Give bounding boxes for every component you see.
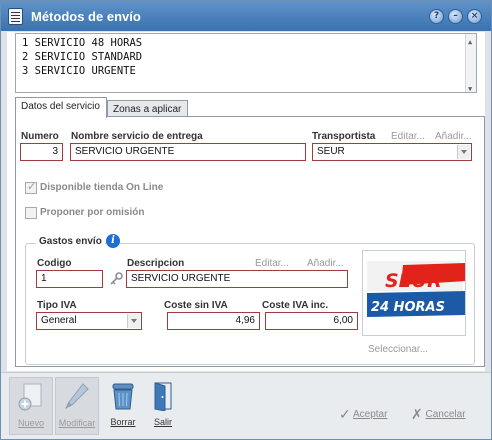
modificar-label: Modificar — [58, 418, 96, 428]
nuevo-label: Nuevo — [17, 418, 44, 428]
seur-logo-image: SEUR 24 HORAS — [367, 261, 465, 317]
transportista-label: Transportista — [312, 131, 376, 142]
borrar-button[interactable]: Borrar — [103, 377, 143, 435]
help-icon[interactable]: ? — [429, 9, 444, 24]
coste-sin-iva-label: Coste sin IVA — [164, 300, 228, 311]
chevron-down-icon[interactable] — [457, 145, 470, 159]
tipo-iva-value: General — [41, 315, 77, 326]
transportista-value: SEUR — [317, 146, 345, 157]
pencil-icon — [64, 383, 89, 410]
checkmark-icon: ✓ — [27, 180, 37, 193]
minimize-icon[interactable]: – — [448, 9, 463, 24]
cancelar-button[interactable]: ✗ Cancelar — [411, 406, 466, 423]
list-item[interactable]: 1 SERVICIO 48 HORAS — [22, 36, 470, 50]
new-document-icon — [18, 383, 42, 411]
codigo-field[interactable]: 1 — [36, 270, 103, 288]
disponible-checkbox[interactable]: ✓ — [25, 180, 37, 194]
transportista-select[interactable]: SEUR — [312, 143, 472, 161]
transportista-edit-link[interactable]: Editar... — [391, 131, 425, 142]
nuevo-button[interactable]: Nuevo — [9, 377, 53, 435]
trash-icon — [112, 383, 134, 410]
disponible-label: Disponible tienda On Line — [40, 182, 164, 193]
numero-label: Numero — [21, 131, 59, 142]
descripcion-field[interactable]: SERVICIO URGENTE — [126, 270, 348, 288]
tipo-iva-label: Tipo IVA — [37, 300, 77, 311]
borrar-label: Borrar — [110, 417, 136, 427]
proponer-checkbox[interactable] — [25, 207, 37, 219]
salir-label: Salir — [153, 417, 172, 427]
descripcion-add-link[interactable]: Añadir... — [307, 258, 344, 269]
scroll-up-icon[interactable]: ▲ — [468, 35, 472, 49]
exit-door-icon — [154, 382, 172, 411]
list-item[interactable]: 2 SERVICIO STANDARD — [22, 50, 470, 64]
cancel-x-icon: ✗ — [411, 406, 423, 422]
aceptar-button[interactable]: ✓ Aceptar — [339, 406, 387, 423]
logo-caption-text: 24 HORAS — [371, 300, 445, 315]
scroll-down-icon[interactable]: ▼ — [468, 82, 472, 96]
nombre-label: Nombre servicio de entrega — [71, 131, 203, 142]
descripcion-edit-link[interactable]: Editar... — [255, 258, 289, 269]
proponer-label: Proponer por omisión — [40, 207, 145, 218]
list-item[interactable]: 3 SERVICIO URGENTE — [22, 64, 470, 78]
logo-brand-text: SEUR — [385, 270, 442, 292]
gastos-envio-title: Gastos envío — [36, 236, 105, 247]
coste-sin-iva-field[interactable]: 4,96 — [167, 312, 260, 330]
aceptar-label: Aceptar — [352, 409, 388, 420]
list-scrollbar[interactable]: ▲ ▼ — [465, 34, 476, 93]
info-icon[interactable]: i — [106, 234, 120, 248]
salir-button[interactable]: Salir — [145, 377, 181, 435]
gastos-envio-group: Gastos envío i Codigo Descripcion Editar… — [25, 234, 475, 365]
checkmark-icon: ✓ — [339, 406, 351, 422]
window-title: Métodos de envío — [31, 9, 141, 24]
codigo-label: Codigo — [37, 258, 72, 269]
coste-iva-inc-field[interactable]: 6,00 — [265, 312, 358, 330]
numero-field[interactable]: 3 — [20, 143, 63, 161]
transportista-add-link[interactable]: Añadir... — [435, 131, 472, 142]
modificar-button[interactable]: Modificar — [55, 377, 99, 435]
carrier-logo[interactable]: SEUR 24 HORAS — [362, 250, 466, 336]
shipping-methods-window: Métodos de envío ? – × 1 SERVICIO 48 HOR… — [0, 0, 492, 440]
tab-datos-del-servicio[interactable]: Datos del servicio — [15, 97, 107, 118]
chevron-down-icon[interactable] — [127, 314, 140, 328]
key-icon[interactable] — [109, 272, 123, 286]
close-icon[interactable]: × — [467, 9, 482, 24]
service-list[interactable]: 1 SERVICIO 48 HORAS 2 SERVICIO STANDARD … — [15, 33, 477, 93]
document-icon — [8, 8, 23, 25]
title-bar[interactable]: Métodos de envío ? – × — [1, 1, 491, 31]
tipo-iva-select[interactable]: General — [36, 312, 142, 330]
nombre-field[interactable]: SERVICIO URGENTE — [70, 143, 306, 161]
seleccionar-link[interactable]: Seleccionar... — [368, 344, 428, 355]
descripcion-label: Descripcion — [127, 258, 185, 269]
coste-iva-inc-label: Coste IVA inc. — [262, 300, 329, 311]
cancelar-label: Cancelar — [425, 409, 466, 420]
